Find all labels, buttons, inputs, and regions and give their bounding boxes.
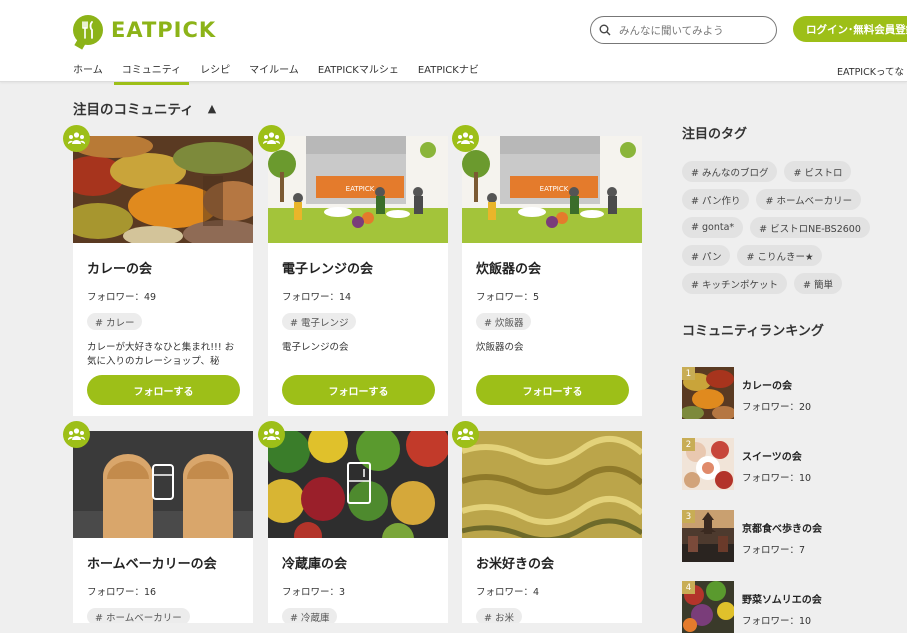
rank-number: 2 <box>682 438 695 451</box>
nav-myroom[interactable]: マイルーム <box>249 59 299 85</box>
community-card[interactable]: EATPICK 炊飯器の会 フォロワー：5 # 炊飯器 炊飯器の会 フォローする <box>462 136 642 416</box>
follow-button[interactable]: フォローする <box>476 375 629 405</box>
people-icon <box>263 132 280 144</box>
follow-button[interactable]: フォローする <box>87 375 240 405</box>
search-input[interactable]: みんなに聞いてみよう <box>590 16 777 44</box>
card-title[interactable]: 電子レンジの会 <box>282 258 373 277</box>
card-tag[interactable]: # 電子レンジ <box>282 313 357 330</box>
card-title[interactable]: お米好きの会 <box>476 553 554 572</box>
card-image-rice-field <box>462 431 642 538</box>
card-tag[interactable]: # 炊飯器 <box>476 313 532 330</box>
card-image-curry <box>73 136 253 243</box>
featured-title-text: 注目のコミュニティ <box>73 102 194 118</box>
nav-recipe[interactable]: レシピ <box>200 59 230 85</box>
community-card[interactable]: お米好きの会 フォロワー：4 # お米 <box>462 431 642 623</box>
tag-pill[interactable]: # gonta* <box>682 217 744 238</box>
tag-pill[interactable]: # ビストロNE-BS2600 <box>750 217 870 238</box>
card-tag[interactable]: # カレー <box>87 313 143 330</box>
card-followers: フォロワー：16 <box>87 587 157 598</box>
card-description: 電子レンジの会 <box>282 342 349 353</box>
card-followers: フォロワー：4 <box>476 587 540 598</box>
nav-home[interactable]: ホーム <box>73 59 103 85</box>
tag-pill[interactable]: # ビストロ <box>784 161 852 182</box>
community-badge <box>63 421 90 448</box>
follow-button[interactable]: フォローする <box>282 375 435 405</box>
tags-section-title: 注目のタグ <box>682 127 748 142</box>
community-card[interactable]: カレーの会 フォロワー：49 # カレー カレーが大好きなひと集まれ!!! お気… <box>73 136 253 416</box>
card-tag[interactable]: # ホームベーカリー <box>87 608 190 623</box>
ranking-item[interactable]: 1 カレーの会 フォロワー：20 <box>682 367 882 419</box>
rank-number: 4 <box>682 581 695 594</box>
rank-number: 1 <box>682 367 695 380</box>
featured-section-title: 注目のコミュニティ ▲ <box>73 98 216 119</box>
card-image-vegetables <box>268 431 448 538</box>
collapse-toggle-icon[interactable]: ▲ <box>208 102 216 115</box>
tag-pill[interactable]: # ホームベーカリー <box>756 189 862 210</box>
tag-pill[interactable]: # 簡単 <box>793 273 842 294</box>
ranking-item[interactable]: 2 スイーツの会 フォロワー：10 <box>682 438 882 490</box>
tag-pill[interactable]: # パン <box>682 245 731 266</box>
card-tag[interactable]: # お米 <box>476 608 522 623</box>
card-tag[interactable]: # 冷蔵庫 <box>282 608 338 623</box>
tag-pill[interactable]: # キッチンポケット <box>682 273 787 294</box>
fork-knife-icon <box>73 15 103 45</box>
site-header: EATPICK みんなに聞いてみよう ログイン･無料会員登録 ホーム コミュニテ… <box>0 0 907 85</box>
main-nav: ホーム コミュニティ レシピ マイルーム EATPICKマルシェ EATPICK… <box>73 59 498 85</box>
card-title[interactable]: 炊飯器の会 <box>476 258 541 277</box>
community-badge <box>63 125 90 152</box>
card-description: カレーが大好きなひと集まれ!!! お気に入りのカレーショップ、秘 <box>87 342 235 365</box>
people-icon <box>457 428 474 440</box>
card-followers: フォロワー：3 <box>282 587 346 598</box>
ranking-followers: フォロワー：10 <box>742 616 812 627</box>
ranking-followers: フォロワー：20 <box>742 402 812 413</box>
nav-navi[interactable]: EATPICKナビ <box>418 59 479 85</box>
community-card[interactable]: ホームベーカリーの会 フォロワー：16 # ホームベーカリー <box>73 431 253 623</box>
community-badge <box>258 421 285 448</box>
card-image-bread <box>73 431 253 538</box>
card-image-marche: EATPICK <box>268 136 448 243</box>
card-followers: フォロワー：5 <box>476 292 540 303</box>
ranking-name[interactable]: カレーの会 <box>742 377 792 392</box>
ranking-section-title: コミュニティランキング <box>682 324 824 339</box>
nav-marche[interactable]: EATPICKマルシェ <box>318 59 399 85</box>
community-card[interactable]: 冷蔵庫の会 フォロワー：3 # 冷蔵庫 <box>268 431 448 623</box>
ranking-item[interactable]: 3 京都食べ歩きの会 フォロワー：7 <box>682 510 882 562</box>
logo-text: EATPICK <box>111 18 217 42</box>
people-icon <box>263 428 280 440</box>
search-icon <box>599 24 611 36</box>
card-image-marche: EATPICK <box>462 136 642 243</box>
tag-list: # みんなのブログ # ビストロ # パン作り # ホームベーカリー # gon… <box>682 161 892 294</box>
ranking-name[interactable]: スイーツの会 <box>742 448 802 463</box>
ranking-followers: フォロワー：7 <box>742 545 806 556</box>
card-description: 炊飯器の会 <box>476 342 524 353</box>
community-badge <box>258 125 285 152</box>
community-badge <box>452 125 479 152</box>
card-title[interactable]: ホームベーカリーの会 <box>87 553 217 572</box>
search-placeholder: みんなに聞いてみよう <box>619 24 724 37</box>
ranking-name[interactable]: 京都食べ歩きの会 <box>742 520 822 535</box>
card-followers: フォロワー：49 <box>87 292 157 303</box>
ranking-name[interactable]: 野菜ソムリエの会 <box>742 591 822 606</box>
marche-sign-text: EATPICK <box>540 185 569 193</box>
ranking-item[interactable]: 4 野菜ソムリエの会 フォロワー：10 <box>682 581 882 633</box>
ranking-followers: フォロワー：10 <box>742 473 812 484</box>
people-icon <box>457 132 474 144</box>
tag-pill[interactable]: # パン作り <box>682 189 750 210</box>
logo[interactable]: EATPICK <box>73 15 216 45</box>
marche-sign-text: EATPICK <box>346 185 375 193</box>
rank-number: 3 <box>682 510 695 523</box>
nav-community[interactable]: コミュニティ <box>113 59 190 85</box>
card-title[interactable]: 冷蔵庫の会 <box>282 553 347 572</box>
tag-pill[interactable]: # みんなのブログ <box>682 161 778 182</box>
community-card[interactable]: EATPICK 電子レンジの会 フォロワー：14 # 電子レンジ 電子レンジの会… <box>268 136 448 416</box>
card-title[interactable]: カレーの会 <box>87 258 152 277</box>
about-link[interactable]: EATPICKってな <box>837 64 907 78</box>
community-badge <box>452 421 479 448</box>
tag-pill[interactable]: # こりんきー★ <box>737 245 823 266</box>
people-icon <box>68 132 85 144</box>
people-icon <box>68 428 85 440</box>
login-register-button[interactable]: ログイン･無料会員登録 <box>793 16 907 42</box>
card-followers: フォロワー：14 <box>282 292 352 303</box>
